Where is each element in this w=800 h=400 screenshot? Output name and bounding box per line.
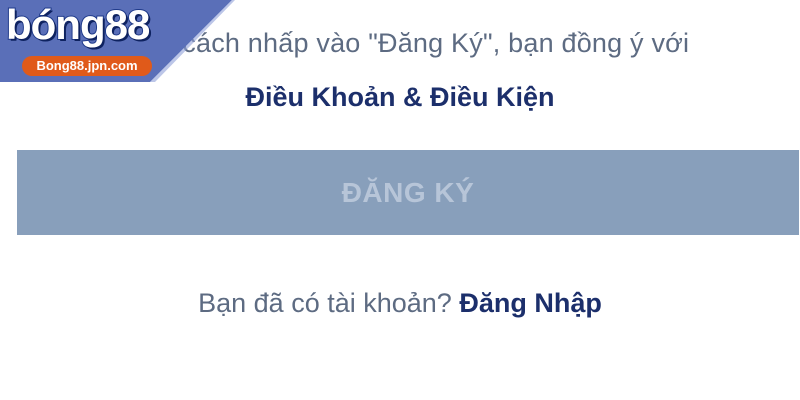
login-prompt: Bạn đã có tài khoản? Đăng Nhập xyxy=(0,288,800,319)
brand-domain-badge: Bong88.jpn.com xyxy=(22,56,152,76)
terms-and-conditions-link[interactable]: Điều Khoản & Điều Kiện xyxy=(0,82,800,113)
brand-watermark: bóng88 Bong88.jpn.com xyxy=(0,0,235,82)
have-account-text: Bạn đã có tài khoản? xyxy=(198,288,452,318)
register-button-label: ĐĂNG KÝ xyxy=(341,176,475,208)
register-form-footer: Bằng cách nhấp vào "Đăng Ký", bạn đồng ý… xyxy=(0,0,800,400)
register-button[interactable]: ĐĂNG KÝ xyxy=(17,150,799,235)
login-link[interactable]: Đăng Nhập xyxy=(459,288,602,318)
brand-logo-text: bóng88 xyxy=(5,1,151,48)
